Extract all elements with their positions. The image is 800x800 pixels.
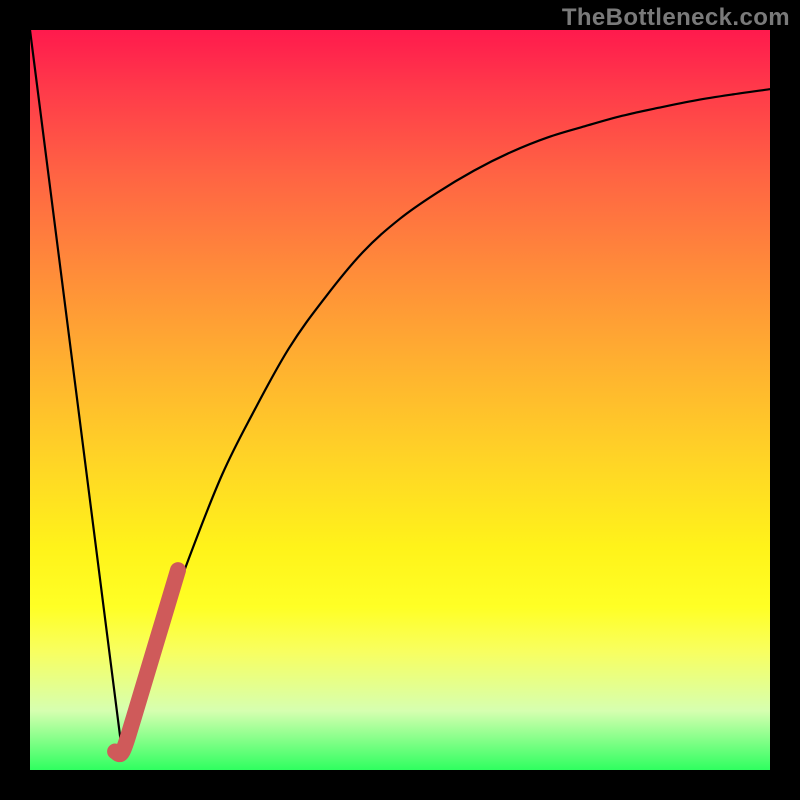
left-falling-line — [30, 30, 123, 755]
curves-svg — [30, 30, 770, 770]
highlight-segment — [115, 570, 178, 754]
plot-area — [30, 30, 770, 770]
chart-frame: TheBottleneck.com — [0, 0, 800, 800]
rising-curve — [123, 89, 771, 755]
watermark-text: TheBottleneck.com — [562, 4, 790, 32]
